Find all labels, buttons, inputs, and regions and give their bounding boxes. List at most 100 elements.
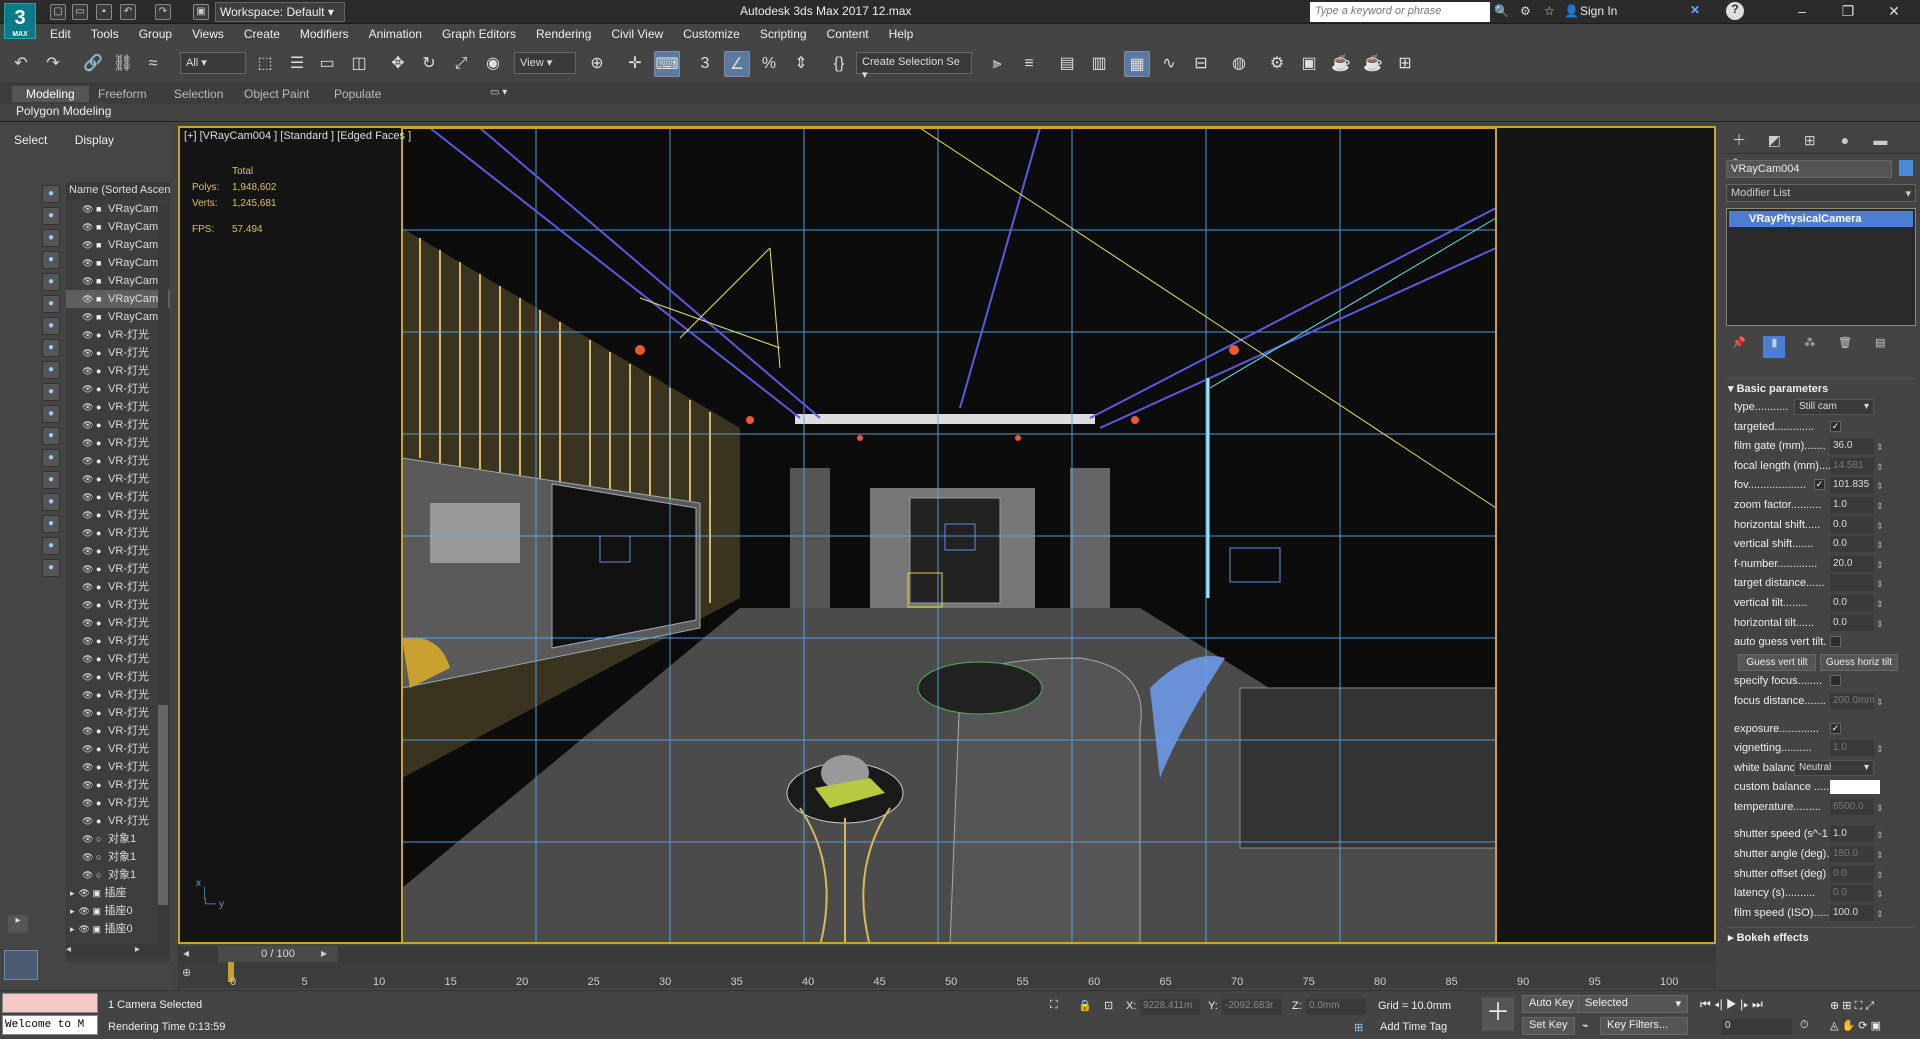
material-editor-icon[interactable]: ◍ <box>1226 51 1252 77</box>
menu-customize[interactable]: Customize <box>673 24 750 44</box>
menu-modifiers[interactable]: Modifiers <box>290 24 359 44</box>
time-config-icon[interactable]: ⏱ <box>1800 1019 1809 1032</box>
track-bar[interactable]: ⊕ 0 5 10 15 20 25 30 35 40 45 50 55 60 65 70 75 80 85 90 95… <box>178 962 1716 988</box>
spinner-snap-icon[interactable]: ⇕ <box>788 51 814 77</box>
scene-row[interactable]: 👁 ● VR-灯光 <box>66 380 170 398</box>
default-in-out-tangents-icon[interactable]: ＋ <box>1482 997 1514 1031</box>
param-spinner[interactable]: 36.0 <box>1830 438 1874 455</box>
visibility-eye-icon[interactable]: 👁 <box>82 614 96 632</box>
scene-row[interactable]: 👁 ● VR-灯光 <box>66 488 170 506</box>
expand-panel-icon[interactable]: ▸ <box>8 915 28 933</box>
param-dropdown[interactable]: Still cam ▾ <box>1794 399 1874 415</box>
param-spinner[interactable]: 0.0 <box>1830 536 1874 553</box>
selection-filter-dropdown[interactable]: All ▾ <box>180 52 246 74</box>
time-tag-icon[interactable]: ⊞ <box>1354 1021 1363 1034</box>
time-next-icon[interactable]: ▸ <box>316 946 332 962</box>
param-spinner[interactable]: 1.0 <box>1830 496 1874 513</box>
render-production-icon[interactable]: ☕ <box>1328 51 1354 77</box>
visibility-eye-icon[interactable]: 👁 <box>82 776 96 794</box>
key-filters-button[interactable]: Key Filters... <box>1600 1017 1688 1035</box>
menu-edit[interactable]: Edit <box>40 24 81 44</box>
rotate-icon[interactable]: ↻ <box>416 51 442 77</box>
display-all-icon[interactable]: ● <box>42 449 60 467</box>
scene-row[interactable]: 👁 ● VR-灯光 <box>66 650 170 668</box>
scene-h-scrollbar[interactable]: ◂ ▸ <box>66 944 170 958</box>
max-toggle-icon[interactable]: ▣ <box>1871 1020 1881 1032</box>
select-by-name-icon[interactable]: ☰ <box>284 51 310 77</box>
display-shapes-icon[interactable]: ● <box>42 207 60 225</box>
visibility-eye-icon[interactable]: 👁 <box>82 416 96 434</box>
new-file-icon[interactable]: ▢ <box>50 4 66 20</box>
hierarchy-tab-icon[interactable]: ⊞ <box>1799 132 1821 154</box>
scene-row[interactable]: 👁 ■ VRayCam <box>66 308 170 326</box>
current-frame-field[interactable]: 0 <box>1722 1019 1792 1035</box>
visibility-eye-icon[interactable]: 👁 <box>82 758 96 776</box>
param-spinner[interactable]: 180.0 <box>1830 846 1874 863</box>
spinner-arrows-icon[interactable]: ⇕ <box>1876 458 1884 476</box>
go-to-start-icon[interactable]: ⏮ <box>1700 997 1711 1011</box>
filter-icon[interactable]: ● <box>42 537 60 555</box>
display-helpers-icon[interactable]: ● <box>42 273 60 291</box>
scene-row[interactable]: 👁 ■ VRayCam <box>66 254 170 272</box>
scene-row[interactable]: ▸ 👁 ▣ 插座0 <box>66 920 170 938</box>
param-checkbox[interactable]: ✓ <box>1830 420 1841 432</box>
link-icon[interactable]: 🔗 <box>80 51 106 77</box>
render-setup-icon[interactable]: ⚙ <box>1264 51 1290 77</box>
app-logo-icon[interactable]: 3 MAX <box>4 3 36 39</box>
camera-viewport[interactable]: [+] [VRayCam004 ] [Standard ] [Edged Fac… <box>178 126 1716 944</box>
display-bones-icon[interactable]: ● <box>42 361 60 379</box>
maxscript-listener[interactable]: Welcome to M <box>2 1015 98 1035</box>
key-filter-icon[interactable]: ⌁ <box>1582 1019 1589 1032</box>
spinner-arrows-icon[interactable]: ⇕ <box>1876 740 1884 758</box>
visibility-eye-icon[interactable]: 👁 <box>82 740 96 758</box>
scene-row[interactable]: 👁 ■ VRayCam <box>66 218 170 236</box>
named-selection-dropdown[interactable]: Create Selection Se ▾ <box>856 52 972 81</box>
save-icon[interactable]: ▪ <box>96 4 112 20</box>
param-dropdown[interactable]: Neutral ▾ <box>1794 759 1874 776</box>
placement-icon[interactable]: ◉ <box>480 51 506 77</box>
visibility-eye-icon[interactable]: 👁 <box>82 632 96 650</box>
spinner-arrows-icon[interactable]: ⇕ <box>1876 497 1884 515</box>
scene-row[interactable]: 👁 ● VR-灯光 <box>66 560 170 578</box>
param-checkbox[interactable] <box>1830 636 1841 648</box>
scene-row[interactable]: 👁 ● VR-灯光 <box>66 812 170 830</box>
menu-views[interactable]: Views <box>182 24 234 44</box>
object-name-field[interactable]: VRayCam004 <box>1726 160 1892 178</box>
zoom-extents-icon[interactable]: ⛶ <box>1855 1000 1863 1012</box>
pin-stack-icon[interactable]: 📌 <box>1728 336 1750 358</box>
spinner-arrows-icon[interactable]: ⇕ <box>1876 866 1884 884</box>
redo-icon[interactable]: ↷ <box>155 4 171 20</box>
visibility-eye-icon[interactable]: 👁 <box>82 650 96 668</box>
layer-toggle-icon[interactable] <box>4 950 38 980</box>
modify-tab-icon[interactable]: ◩ <box>1763 132 1785 154</box>
undo-icon[interactable]: ↶ <box>8 51 34 77</box>
scene-row[interactable]: 👁 ● VR-灯光 <box>66 542 170 560</box>
param-spinner[interactable]: 6500.0 <box>1830 798 1874 815</box>
workspace-dropdown[interactable]: Workspace: Default ▾ <box>215 2 345 22</box>
scene-row[interactable]: 👁 ● VR-灯光 <box>66 470 170 488</box>
zoom-icon[interactable]: ⊕ <box>1830 1000 1839 1012</box>
scene-row[interactable]: 👁 ● VR-灯光 <box>66 506 170 524</box>
menu-graph-editors[interactable]: Graph Editors <box>432 24 526 44</box>
next-frame-icon[interactable]: |▸ <box>1740 997 1749 1011</box>
rect-selection-icon[interactable]: ▭ <box>314 51 340 77</box>
scale-icon[interactable]: ⤢ <box>448 51 474 77</box>
x-coord-field[interactable]: 9228.411m <box>1140 999 1200 1015</box>
move-icon[interactable]: ✥ <box>385 51 411 77</box>
visibility-eye-icon[interactable]: 👁 <box>82 848 96 866</box>
spinner-arrows-icon[interactable]: ⇕ <box>1876 826 1884 844</box>
visibility-eye-icon[interactable]: 👁 <box>82 794 96 812</box>
param-checkbox[interactable]: ✓ <box>1830 722 1841 734</box>
align-icon[interactable]: ≡ <box>1016 51 1042 77</box>
layer-explorer-icon[interactable]: ▥ <box>1086 51 1112 77</box>
viewport-label[interactable]: [+] [VRayCam004 ] [Standard ] [Edged Fac… <box>184 130 411 142</box>
help-icon[interactable]: ? <box>1726 2 1744 20</box>
layer-icon[interactable]: ● <box>42 559 60 577</box>
ribbon-tab-populate[interactable]: Populate <box>320 86 395 102</box>
display-groups-icon[interactable]: ● <box>42 317 60 335</box>
field-of-view-icon[interactable]: ◬ <box>1830 1020 1838 1032</box>
param-spinner[interactable]: 1.0 <box>1830 740 1874 757</box>
column-header-name[interactable]: Name (Sorted Ascen <box>66 182 170 200</box>
scene-explorer-icon[interactable]: ▤ <box>1054 51 1080 77</box>
invert-display-icon[interactable]: ● <box>42 493 60 511</box>
